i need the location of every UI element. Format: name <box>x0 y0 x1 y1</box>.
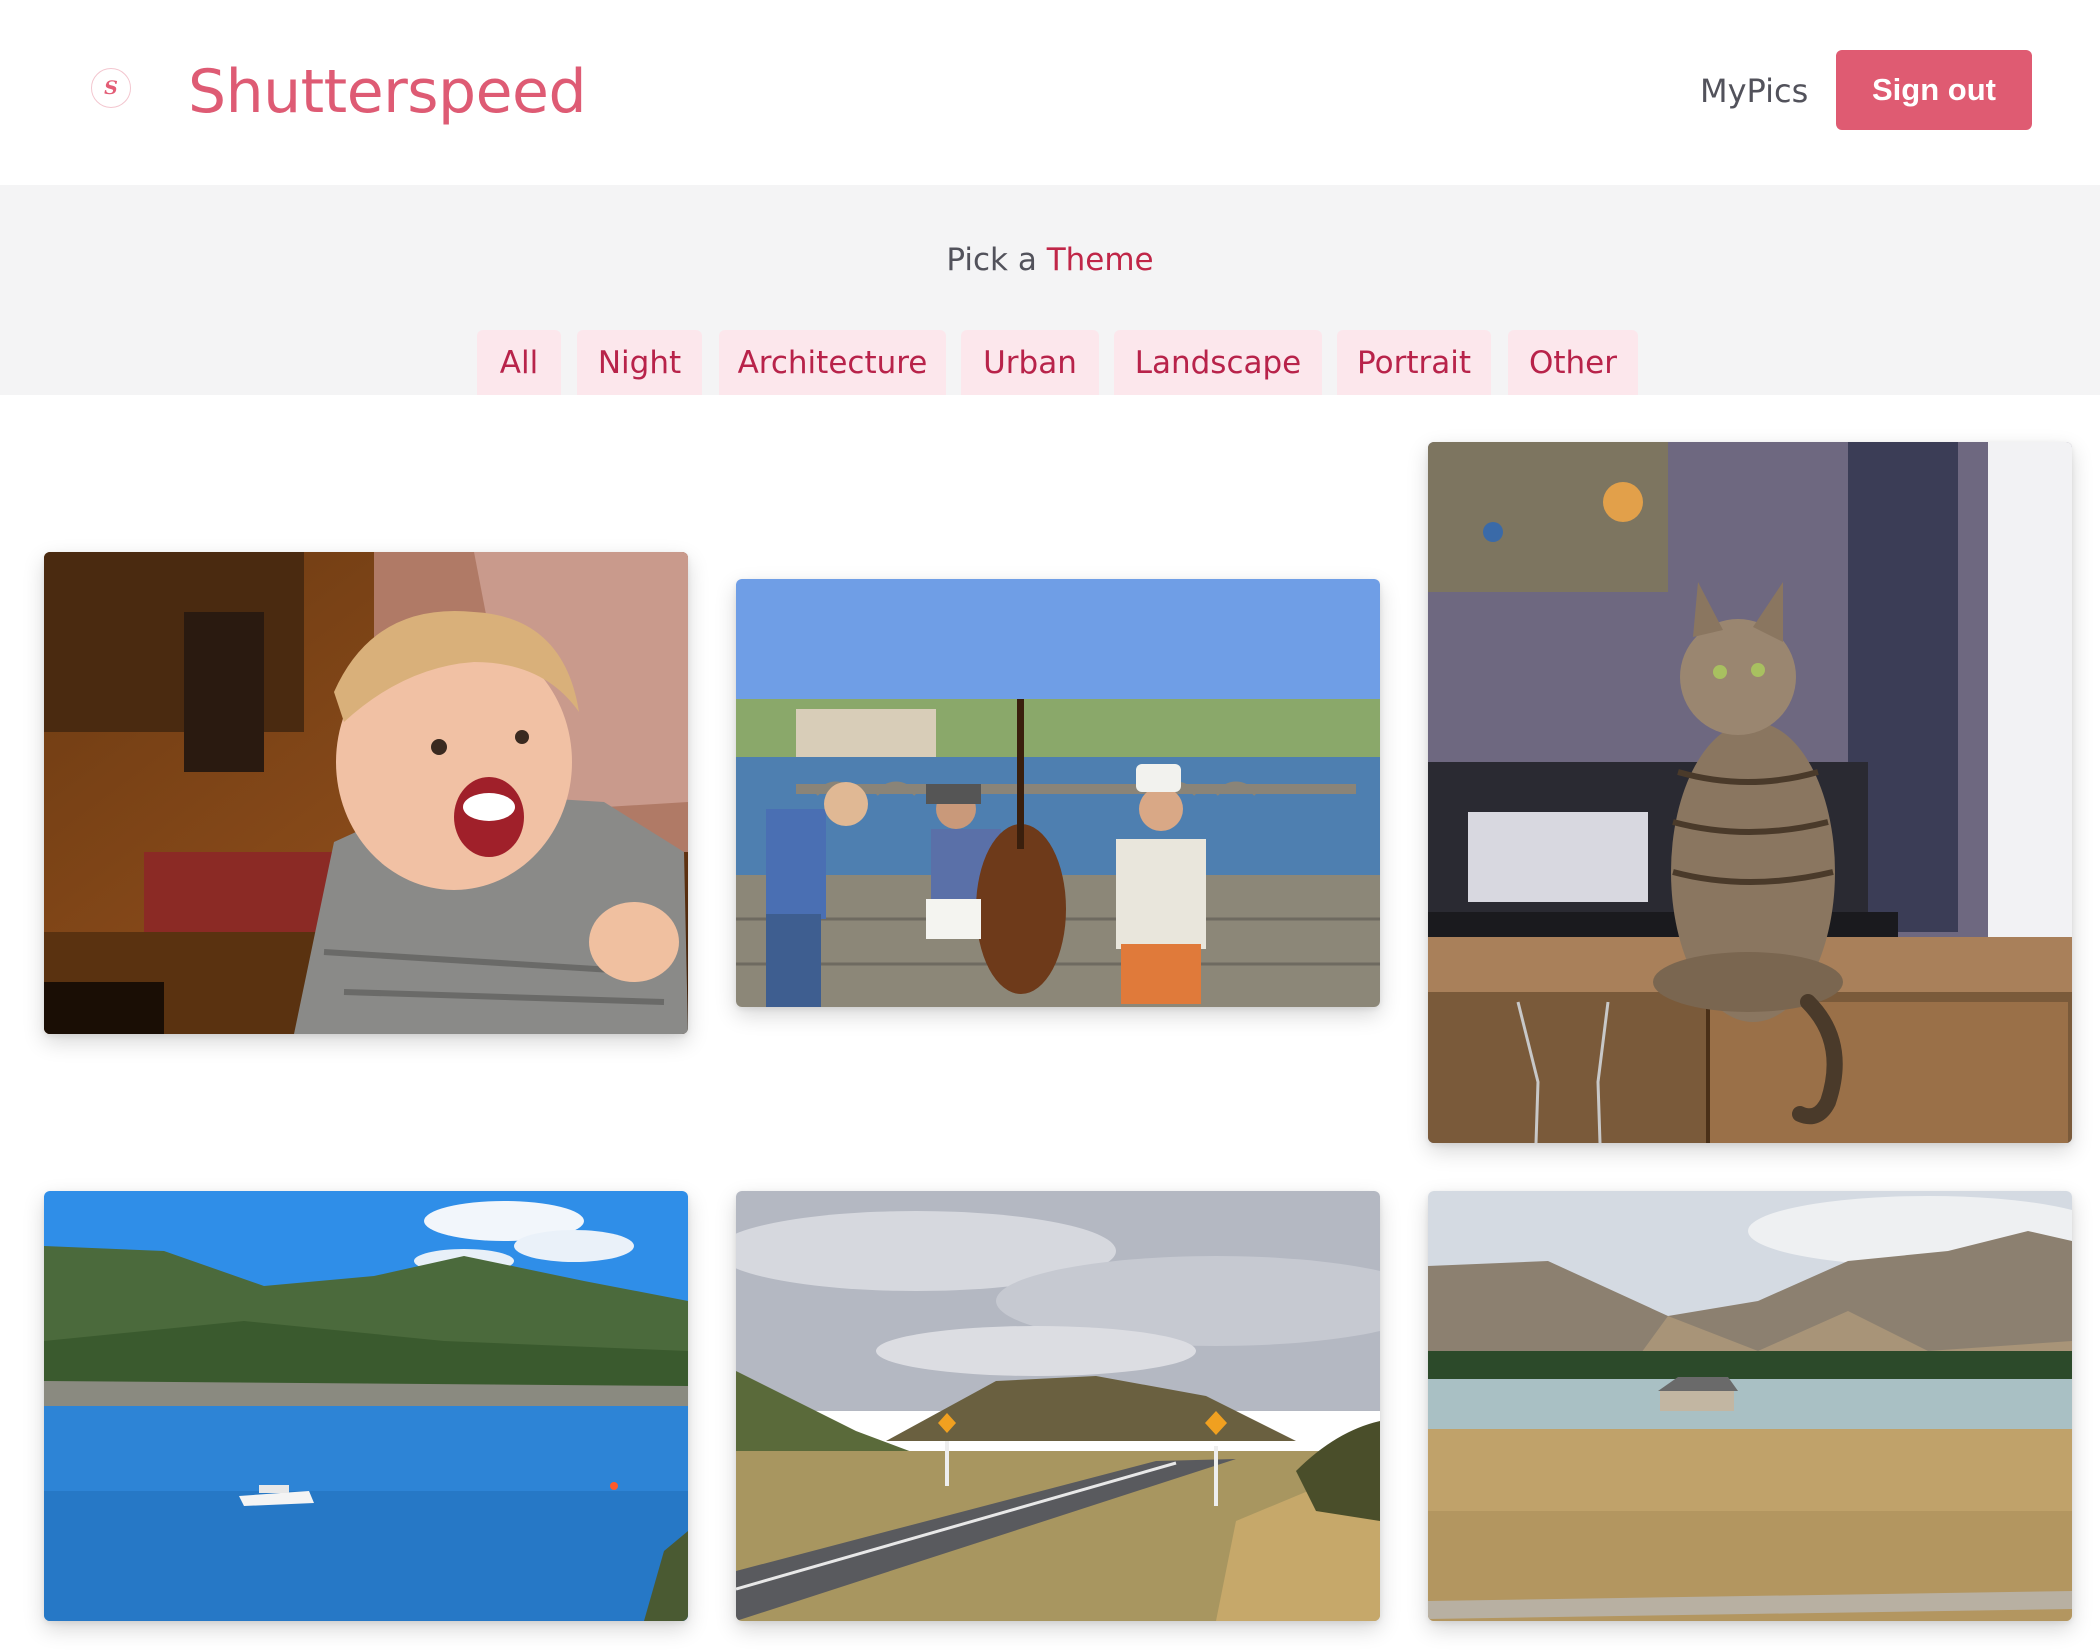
photo-card-musicians[interactable] <box>736 579 1380 1007</box>
theme-heading-prefix: Pick a <box>946 242 1047 278</box>
tab-urban[interactable]: Urban <box>961 330 1099 395</box>
tab-night[interactable]: Night <box>577 330 702 395</box>
photo-card-cat[interactable] <box>1428 442 2072 1143</box>
top-navbar: S Shutterspeed MyPics Sign out <box>0 0 2100 185</box>
theme-picker-heading: Pick a Theme <box>0 240 2100 280</box>
lake-chapel-photo <box>1428 1191 2072 1621</box>
theme-tabs: All Night Architecture Urban Landscape P… <box>0 330 2100 395</box>
photo-card-lake-chapel[interactable] <box>1428 1191 2072 1621</box>
mypics-link[interactable]: MyPics <box>1700 70 1808 112</box>
photo-card-lake-boat[interactable] <box>44 1191 688 1621</box>
cat-photo <box>1428 442 2072 1143</box>
theme-picker: Pick a Theme All Night Architecture Urba… <box>0 185 2100 395</box>
lake-boat-photo <box>44 1191 688 1621</box>
tab-all[interactable]: All <box>477 330 561 395</box>
logo-letter: S <box>104 76 118 99</box>
brand-title[interactable]: Shutterspeed <box>188 52 587 132</box>
photo-card-country-road[interactable] <box>736 1191 1380 1621</box>
shutterspeed-logo-icon[interactable]: S <box>91 68 131 108</box>
tab-architecture[interactable]: Architecture <box>719 330 946 395</box>
tab-landscape[interactable]: Landscape <box>1114 330 1322 395</box>
tab-other[interactable]: Other <box>1508 330 1638 395</box>
sign-out-button[interactable]: Sign out <box>1836 50 2032 130</box>
photo-card-toddler[interactable] <box>44 552 688 1034</box>
country-road-photo <box>736 1191 1380 1621</box>
tab-portrait[interactable]: Portrait <box>1337 330 1491 395</box>
musicians-photo <box>736 579 1380 1007</box>
theme-heading-accent: Theme <box>1046 242 1154 278</box>
toddler-photo <box>44 552 688 1034</box>
